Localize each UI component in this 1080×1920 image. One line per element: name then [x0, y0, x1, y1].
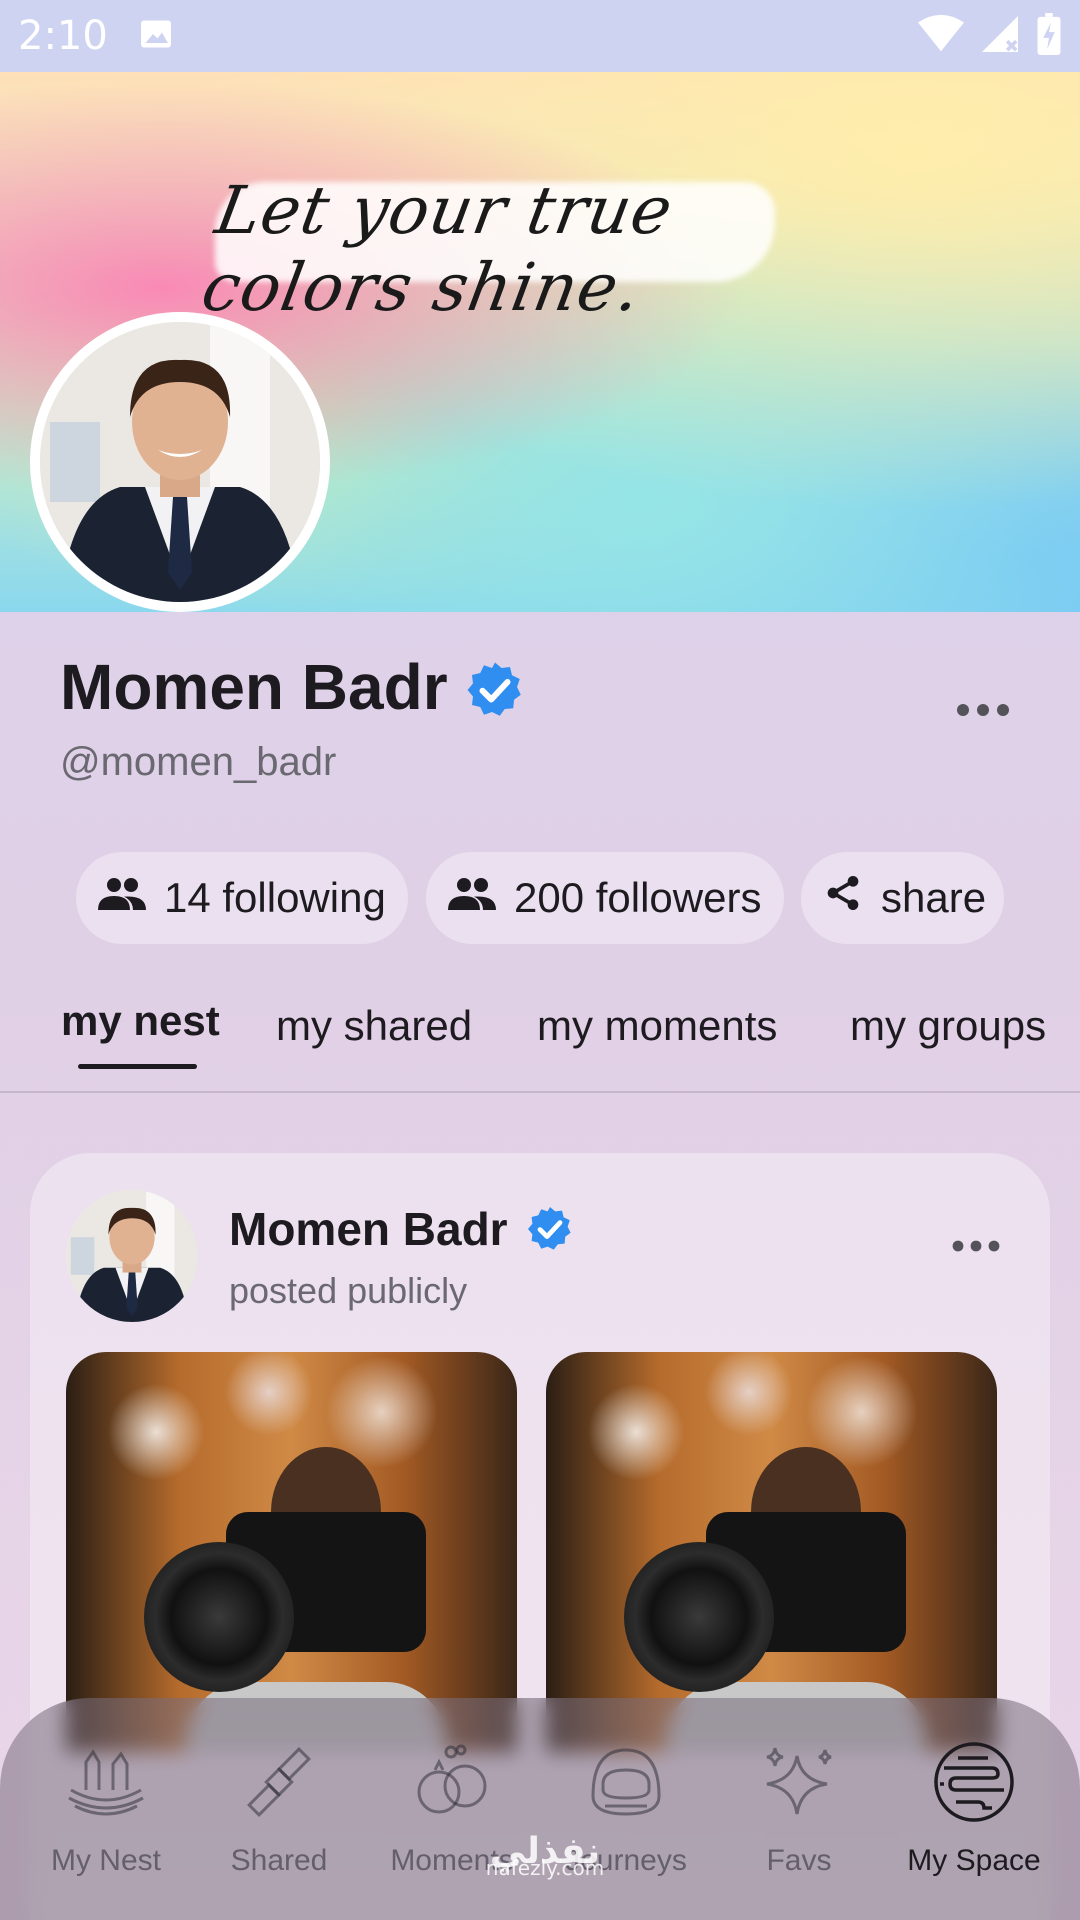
tab-my-groups[interactable]: my groups	[850, 1002, 1046, 1050]
watermark-site: nafezly.com	[485, 1856, 605, 1880]
camera-lens-shape	[624, 1542, 774, 1692]
share-chip[interactable]: share	[801, 852, 1004, 944]
nav-my-space[interactable]: My Space	[884, 1740, 1064, 1878]
people-icon	[448, 874, 514, 922]
signal-icon	[982, 15, 1018, 57]
nav-label: My Nest	[50, 1844, 161, 1877]
following-count: 14 following	[164, 874, 386, 921]
following-chip[interactable]: 14 following	[76, 852, 408, 944]
nest-icon	[16, 1740, 196, 1824]
camera-lens-shape	[144, 1542, 294, 1692]
post-visibility: posted publicly	[229, 1270, 468, 1311]
profile-handle: @momen_badr	[60, 740, 337, 784]
tab-indicator	[78, 1064, 197, 1069]
share-icon	[823, 873, 881, 923]
satellite-icon	[189, 1740, 369, 1824]
followers-count: 200 followers	[514, 874, 762, 921]
post-author-name[interactable]: Momen Badr	[229, 1202, 508, 1256]
status-time: 2:10	[18, 13, 108, 59]
nav-label: My Space	[907, 1844, 1041, 1877]
rings-icon	[362, 1740, 542, 1824]
profile-name: Momen Badr	[60, 651, 448, 723]
image-notification-icon	[138, 16, 174, 57]
profile-more-button[interactable]	[955, 700, 1011, 725]
post-author-avatar[interactable]	[66, 1190, 198, 1322]
nav-label: Shared	[230, 1844, 328, 1877]
verified-badge-icon	[526, 1205, 574, 1258]
tab-my-shared[interactable]: my shared	[276, 1002, 472, 1050]
tab-my-moments[interactable]: my moments	[537, 1002, 777, 1050]
post-image[interactable]	[66, 1352, 517, 1752]
profile-avatar[interactable]	[30, 312, 330, 612]
wifi-icon	[918, 14, 964, 59]
verified-badge-icon	[465, 660, 525, 725]
nav-label: Favs	[766, 1844, 832, 1877]
followers-chip[interactable]: 200 followers	[426, 852, 784, 944]
sparkles-icon	[709, 1740, 889, 1824]
astronaut-helmet-icon	[536, 1740, 716, 1824]
planet-icon	[884, 1740, 1064, 1824]
people-icon	[98, 874, 164, 922]
battery-icon	[1036, 12, 1062, 60]
post-image[interactable]	[546, 1352, 997, 1752]
cover-quote: Let your true colors shine.	[196, 172, 679, 326]
nav-favs[interactable]: Favs	[709, 1740, 889, 1878]
tab-my-nest[interactable]: my nest	[61, 997, 220, 1045]
tabs-divider	[0, 1091, 1080, 1093]
share-label: share	[881, 874, 987, 921]
post-more-button[interactable]	[950, 1237, 1002, 1260]
nav-my-nest[interactable]: My Nest	[16, 1740, 196, 1878]
profile-photo	[40, 322, 320, 602]
status-bar: 2:10	[0, 0, 1080, 72]
nav-shared[interactable]: Shared	[189, 1740, 369, 1878]
